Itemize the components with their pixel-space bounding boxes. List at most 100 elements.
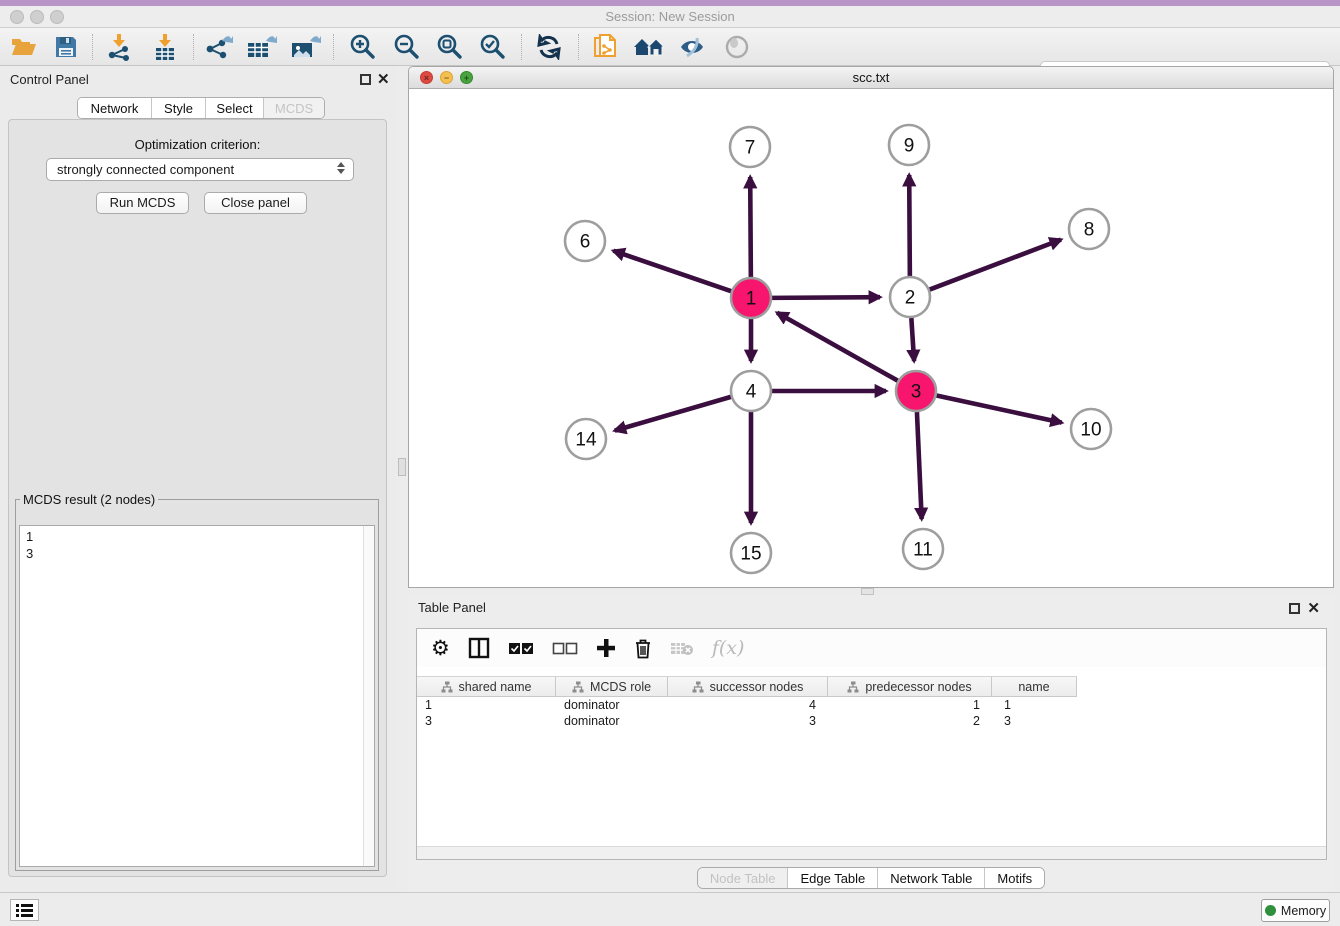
column-type-icon <box>572 681 584 693</box>
tab-motifs[interactable]: Motifs <box>985 868 1044 888</box>
toolbar-separator <box>333 34 334 60</box>
inactive-eye-button[interactable] <box>720 32 754 62</box>
zoom-out-button[interactable] <box>390 32 422 62</box>
cell-name[interactable]: 1 <box>992 697 1077 713</box>
node-label-9: 9 <box>904 136 915 157</box>
edge-2-9[interactable] <box>909 175 910 276</box>
cell-successor-nodes[interactable]: 3 <box>668 713 828 729</box>
table-row[interactable]: 3 dominator 3 2 3 <box>417 713 1326 729</box>
export-table-icon <box>246 33 278 61</box>
cell-shared-name[interactable]: 3 <box>417 713 556 729</box>
zoom-in-button[interactable] <box>346 32 378 62</box>
tab-network-table[interactable]: Network Table <box>878 868 985 888</box>
edge-3-1[interactable] <box>777 313 898 381</box>
mcds-result-text[interactable]: 1 3 <box>19 525 375 867</box>
export-table-button[interactable] <box>244 32 280 62</box>
memory-button[interactable]: Memory <box>1261 899 1330 922</box>
node-label-2: 2 <box>905 288 916 309</box>
zoom-selected-button[interactable] <box>476 32 508 62</box>
run-mcds-button[interactable]: Run MCDS <box>96 192 189 214</box>
cell-mcds-role[interactable]: dominator <box>556 713 668 729</box>
column-header-successor-nodes[interactable]: successor nodes <box>668 676 828 697</box>
tab-network[interactable]: Network <box>78 98 152 118</box>
cell-successor-nodes[interactable]: 4 <box>668 697 828 713</box>
hide-panel-button[interactable] <box>674 32 710 62</box>
splitter-grip[interactable] <box>398 458 406 476</box>
cell-predecessor-nodes[interactable]: 1 <box>828 697 992 713</box>
tab-select[interactable]: Select <box>206 98 264 118</box>
tab-node-table[interactable]: Node Table <box>698 868 789 888</box>
import-table-icon <box>152 33 178 61</box>
edge-3-11[interactable] <box>917 412 922 519</box>
column-label: predecessor nodes <box>865 680 971 694</box>
toolbar-separator <box>92 34 93 60</box>
table-header-row: shared name MCDS role successor nodes pr… <box>417 676 1326 697</box>
edge-3-10[interactable] <box>937 395 1062 422</box>
node-label-15: 15 <box>740 544 761 565</box>
zoom-fit-button[interactable] <box>433 32 465 62</box>
cell-mcds-role[interactable]: dominator <box>556 697 668 713</box>
create-column-button[interactable] <box>596 633 616 663</box>
table-settings-button[interactable]: ⚙ <box>431 633 450 663</box>
refresh-icon <box>536 34 562 60</box>
tab-edge-table[interactable]: Edge Table <box>788 868 878 888</box>
panel-splitter[interactable] <box>396 66 408 892</box>
column-type-icon <box>692 681 704 693</box>
apply-layout-button[interactable] <box>533 32 565 62</box>
tab-mcds[interactable]: MCDS <box>264 98 324 118</box>
close-table-panel-icon[interactable]: ✕ <box>1307 599 1320 617</box>
function-builder-disabled: f(x) <box>712 633 745 663</box>
edge-1-6[interactable] <box>613 251 731 291</box>
houses-icon <box>632 35 666 59</box>
delete-column-button[interactable] <box>634 633 652 663</box>
horizontal-splitter-grip[interactable] <box>861 588 874 595</box>
close-panel-button[interactable]: Close panel <box>204 192 307 214</box>
save-session-button[interactable] <box>50 32 82 62</box>
export-image-button[interactable] <box>288 32 324 62</box>
select-all-rows-button[interactable] <box>508 633 534 663</box>
column-header-shared-name[interactable]: shared name <box>417 676 556 697</box>
tab-style[interactable]: Style <box>152 98 206 118</box>
import-table-button[interactable] <box>148 32 182 62</box>
table-row[interactable]: 1 dominator 4 1 1 <box>417 697 1326 713</box>
control-panel-title: Control Panel <box>10 72 89 87</box>
network-window-titlebar[interactable]: × − + scc.txt <box>409 67 1333 89</box>
column-header-predecessor-nodes[interactable]: predecessor nodes <box>828 676 992 697</box>
edge-2-8[interactable] <box>930 240 1061 290</box>
cell-name[interactable]: 3 <box>992 713 1077 729</box>
float-table-panel-icon[interactable] <box>1289 603 1300 614</box>
clone-network-button[interactable] <box>588 32 622 62</box>
mcds-result-scrollbar[interactable] <box>363 526 374 866</box>
table-panel: Table Panel ✕ ⚙ f(x) <box>408 595 1334 892</box>
criterion-value: strongly connected component <box>57 162 234 177</box>
show-all-networks-button[interactable] <box>630 32 668 62</box>
export-network-button[interactable] <box>202 32 236 62</box>
edge-2-3[interactable] <box>911 318 914 361</box>
chevron-up-down-icon <box>337 162 345 174</box>
cell-shared-name[interactable]: 1 <box>417 697 556 713</box>
column-header-mcds-role[interactable]: MCDS role <box>556 676 668 697</box>
import-network-button[interactable] <box>102 32 136 62</box>
table-horizontal-scrollbar[interactable] <box>417 846 1326 859</box>
criterion-dropdown[interactable]: strongly connected component <box>46 158 354 181</box>
network-graph[interactable]: 7968124314101511 <box>409 89 1333 587</box>
edge-1-7[interactable] <box>750 177 751 277</box>
eye-slash-icon <box>677 35 707 59</box>
node-label-1: 1 <box>746 289 757 310</box>
open-session-button[interactable] <box>8 32 40 62</box>
column-label: successor nodes <box>710 680 804 694</box>
task-history-button[interactable] <box>10 899 39 921</box>
deselect-all-rows-button[interactable] <box>552 633 578 663</box>
close-panel-icon[interactable]: ✕ <box>377 70 390 88</box>
column-header-name[interactable]: name <box>992 676 1077 697</box>
plus-icon <box>596 638 616 658</box>
toolbar-separator <box>193 34 194 60</box>
gear-icon: ⚙ <box>431 636 450 660</box>
float-panel-icon[interactable] <box>360 74 371 85</box>
cell-predecessor-nodes[interactable]: 2 <box>828 713 992 729</box>
show-columns-button[interactable] <box>468 633 490 663</box>
edge-1-2[interactable] <box>772 297 880 298</box>
column-label: name <box>1018 680 1049 694</box>
network-canvas[interactable]: 7968124314101511 <box>409 89 1333 587</box>
edge-4-14[interactable] <box>615 397 731 431</box>
